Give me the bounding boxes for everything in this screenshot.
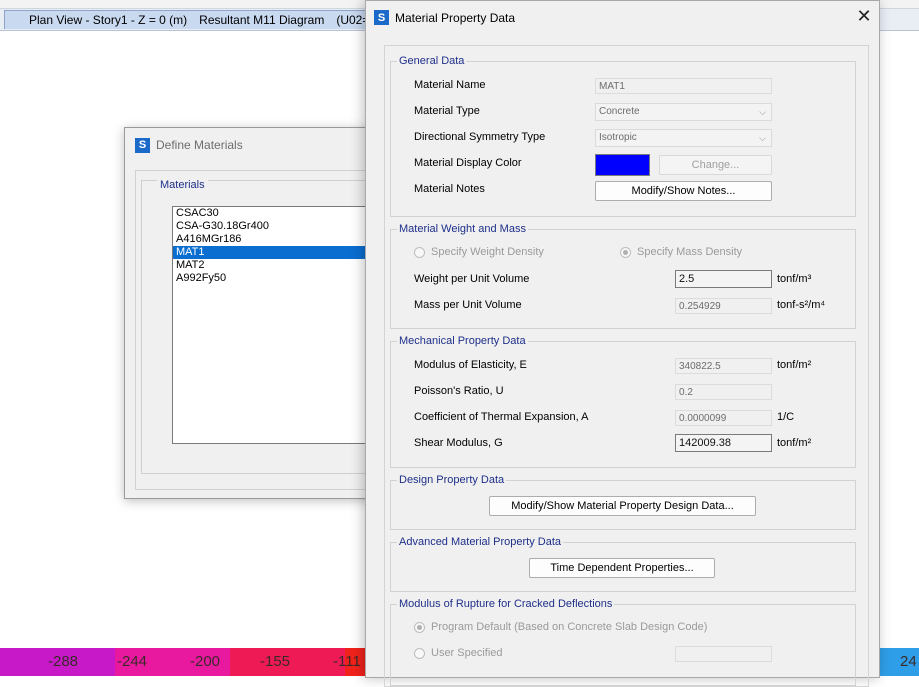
weight-density-radio[interactable]: Specify Weight Density bbox=[414, 246, 544, 258]
elasticity-unit: tonf/m² bbox=[777, 359, 812, 371]
radio-selected-icon bbox=[414, 621, 425, 633]
color-bar-label: -200 bbox=[190, 653, 221, 670]
design-property-label: Design Property Data bbox=[397, 474, 507, 486]
app-logo-icon: S bbox=[135, 137, 150, 153]
weight-unit: tonf/m³ bbox=[777, 273, 812, 285]
color-bar-label: -244 bbox=[117, 653, 148, 670]
change-color-button[interactable]: Change... bbox=[659, 155, 772, 175]
weight-density-radio-label: Specify Weight Density bbox=[431, 246, 544, 258]
weight-mass-label: Material Weight and Mass bbox=[397, 223, 528, 235]
mass-unit: tonf-s²/m⁴ bbox=[777, 299, 826, 311]
thermal-expansion-field[interactable]: 0.0000099 bbox=[675, 410, 772, 426]
user-specified-radio-label: User Specified bbox=[431, 647, 503, 659]
chevron-down-icon: ⌵ bbox=[759, 133, 766, 143]
rupture-group bbox=[390, 604, 856, 686]
color-bar-label: 24 bbox=[900, 653, 917, 670]
weight-per-volume-input[interactable]: 2.5 bbox=[675, 270, 772, 288]
thermal-expansion-label: Coefficient of Thermal Expansion, A bbox=[414, 411, 589, 423]
material-type-value: Concrete bbox=[599, 106, 640, 117]
material-type-label: Material Type bbox=[414, 105, 480, 117]
diagram-title: Resultant M11 Diagram bbox=[199, 13, 325, 27]
elasticity-field[interactable]: 340822.5 bbox=[675, 358, 772, 374]
color-bar-label: -288 bbox=[48, 653, 79, 670]
mass-per-volume-label: Mass per Unit Volume bbox=[414, 299, 522, 311]
symmetry-type-value: Isotropic bbox=[599, 132, 637, 143]
color-bar-label: -111 bbox=[333, 653, 361, 670]
radio-icon bbox=[414, 647, 425, 659]
display-color-swatch[interactable] bbox=[595, 154, 650, 176]
material-type-select[interactable]: Concrete ⌵ bbox=[595, 103, 772, 121]
time-dependent-button[interactable]: Time Dependent Properties... bbox=[529, 558, 715, 578]
symmetry-type-select[interactable]: Isotropic ⌵ bbox=[595, 129, 772, 147]
elasticity-label: Modulus of Elasticity, E bbox=[414, 359, 527, 371]
mass-density-radio[interactable]: Specify Mass Density bbox=[620, 246, 742, 258]
shear-modulus-input[interactable]: 142009.38 bbox=[675, 434, 772, 452]
modify-design-data-button[interactable]: Modify/Show Material Property Design Dat… bbox=[489, 496, 756, 516]
advanced-property-label: Advanced Material Property Data bbox=[397, 536, 564, 548]
user-specified-radio[interactable]: User Specified bbox=[414, 647, 503, 659]
poisson-ratio-field[interactable]: 0.2 bbox=[675, 384, 772, 400]
poisson-ratio-label: Poisson's Ratio, U bbox=[414, 385, 504, 397]
weight-per-volume-label: Weight per Unit Volume bbox=[414, 273, 530, 285]
thermal-expansion-unit: 1/C bbox=[777, 411, 795, 423]
radio-selected-icon bbox=[620, 246, 631, 258]
list-item[interactable]: CSAC30 bbox=[173, 207, 386, 220]
symmetry-type-label: Directional Symmetry Type bbox=[414, 131, 546, 143]
color-bar-label: -155 bbox=[260, 653, 291, 670]
general-data-label: General Data bbox=[397, 55, 467, 67]
mechanical-property-label: Mechanical Property Data bbox=[397, 335, 528, 347]
list-item[interactable]: A992Fy50 bbox=[173, 272, 386, 285]
define-materials-title-bar[interactable]: S Define Materials bbox=[135, 136, 243, 154]
close-icon[interactable]: ✕ bbox=[856, 7, 872, 25]
rupture-label: Modulus of Rupture for Cracked Deflectio… bbox=[397, 598, 615, 610]
shear-modulus-label: Shear Modulus, G bbox=[414, 437, 503, 449]
modify-notes-button[interactable]: Modify/Show Notes... bbox=[595, 181, 772, 201]
list-item-selected[interactable]: MAT1 bbox=[173, 246, 386, 259]
material-name-field[interactable]: MAT1 bbox=[595, 78, 772, 94]
program-default-radio[interactable]: Program Default (Based on Concrete Slab … bbox=[414, 621, 707, 633]
list-item[interactable]: MAT2 bbox=[173, 259, 386, 272]
plan-view-tab[interactable]: Plan View - Story1 - Z = 0 (m) Resultant … bbox=[4, 10, 376, 29]
mass-per-volume-field[interactable]: 0.254929 bbox=[675, 298, 772, 314]
material-property-title-bar[interactable]: S Material Property Data bbox=[374, 10, 515, 25]
plan-view-title: Plan View - Story1 - Z = 0 (m) bbox=[29, 13, 188, 27]
materials-list[interactable]: CSAC30 CSA-G30.18Gr400 A416MGr186 MAT1 M… bbox=[172, 206, 386, 444]
material-property-dialog: S Material Property Data ✕ General Data … bbox=[365, 0, 880, 687]
radio-icon bbox=[414, 246, 425, 258]
material-name-label: Material Name bbox=[414, 79, 486, 91]
define-materials-title: Define Materials bbox=[156, 138, 243, 152]
define-materials-dialog: S Define Materials Materials CSAC30 CSA-… bbox=[124, 127, 387, 499]
materials-group-label: Materials bbox=[157, 179, 208, 191]
app-logo-icon: S bbox=[374, 10, 389, 25]
display-color-label: Material Display Color bbox=[414, 157, 522, 169]
mass-density-radio-label: Specify Mass Density bbox=[637, 246, 743, 258]
list-item[interactable]: A416MGr186 bbox=[173, 233, 386, 246]
user-rupture-field[interactable] bbox=[675, 646, 772, 662]
material-property-title: Material Property Data bbox=[395, 10, 516, 25]
list-item[interactable]: CSA-G30.18Gr400 bbox=[173, 220, 386, 233]
chevron-down-icon: ⌵ bbox=[759, 107, 766, 117]
shear-modulus-unit: tonf/m² bbox=[777, 437, 812, 449]
material-notes-label: Material Notes bbox=[414, 183, 485, 195]
program-default-radio-label: Program Default (Based on Concrete Slab … bbox=[431, 621, 708, 633]
